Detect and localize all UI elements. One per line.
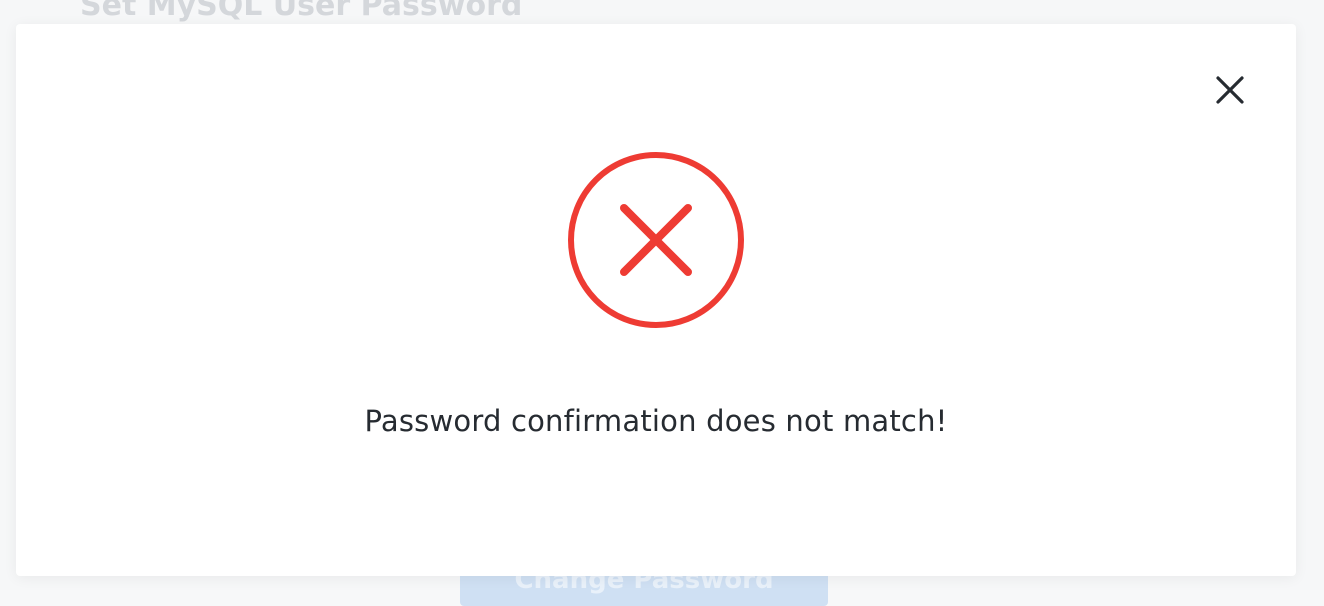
error-dialog: Password confirmation does not match! [16, 24, 1296, 576]
error-x-circle-icon [566, 150, 746, 330]
error-message: Password confirmation does not match! [364, 404, 948, 438]
close-icon [1216, 76, 1244, 104]
page-title: Set MySQL User Password [80, 0, 523, 23]
close-button[interactable] [1210, 70, 1250, 110]
